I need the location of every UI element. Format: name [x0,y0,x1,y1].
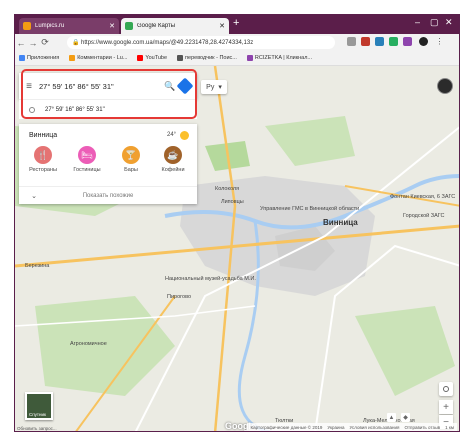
map-label-berezhna: Березина [25,263,50,269]
weather-sun-icon [180,131,189,140]
address-bar[interactable]: 🔒 https://www.google.com.ua/maps/@49.223… [67,36,335,49]
map-graphics [15,66,459,431]
map-label-museum: Национальный музей-усадьба М.И. [165,276,256,282]
back-icon[interactable]: ← [15,38,27,48]
my-location-button[interactable] [439,382,453,396]
bookmark-rcizetka[interactable]: RCIZETKA | Кликнал... [246,55,312,61]
cocktail-icon: 🍸 [122,146,140,164]
apps-icon [19,55,25,61]
tab-strip: Lumpics.ru ✕ Google Карты ✕ + – ▢ ✕ [15,15,459,34]
browser-window: Lumpics.ru ✕ Google Карты ✕ + – ▢ ✕ ← → … [14,14,460,432]
category-restaurants[interactable]: 🍴 Рестораны [25,146,61,173]
lumpics-favicon-icon [23,22,31,30]
satellite-toggle[interactable]: Спутник [25,392,53,420]
temperature: 24° [167,132,177,138]
bookmark-translator[interactable]: переводчик - Поис... [177,55,237,61]
tab-google-maps[interactable]: Google Карты ✕ [121,18,229,34]
forward-icon[interactable]: → [27,38,39,48]
map-canvas[interactable]: Винница Липовцы Управление ГМС в Винницк… [15,66,459,431]
category-bars[interactable]: 🍸 Бары [113,146,149,173]
extension-icon[interactable] [403,37,412,46]
bookmark-icon [69,55,76,61]
avatar[interactable] [437,78,453,94]
maps-favicon-icon [125,22,133,30]
reload-icon[interactable]: ⟳ [39,37,51,48]
scale-bar: 1 км [445,425,454,430]
profile-icon[interactable] [419,37,428,46]
bookmark-icon [177,55,184,61]
map-label-gorodskoy: Городской ЗАГС [403,213,445,219]
lock-icon: 🔒 [72,40,80,46]
pegman-icon[interactable]: ▲ [387,413,396,422]
map-label-lipovtsy: Липовцы [221,199,244,205]
map-footer: Обновить запрос... Картографические данн… [15,423,459,431]
bookmark-icon [246,55,253,61]
map-label-kolokolnya: Колоколя [215,186,240,192]
new-tab-icon[interactable]: + [233,17,239,29]
category-coffee[interactable]: ☕ Кофейни [155,146,191,173]
layers-icon[interactable]: ◆ [401,413,410,422]
panel-city: Винница [29,132,58,139]
chevron-down-icon: ⌄ [31,192,37,200]
map-label-fontan: Фонтан Киевская, 6 ЗАГС [390,194,456,200]
map-label-pyrogovo: Пирогово [167,294,192,300]
language-select[interactable]: Ру ▾ [201,80,227,94]
explore-panel: Винница 24° 🍴 Рестораны 🛏 Гостиницы 🍸 Ба… [19,124,197,204]
maximize-icon[interactable]: ▢ [430,17,439,28]
close-tab-icon[interactable]: ✕ [219,22,225,30]
close-tab-icon[interactable]: ✕ [109,22,115,30]
extension-icon[interactable] [389,37,398,46]
footer-links: Картографические данные © 2019 Украина У… [247,423,457,431]
footer-left-text: Обновить запрос... [17,426,57,431]
category-hotels[interactable]: 🛏 Гостиницы [69,146,105,173]
bookmarks-bar: Приложения Комментарии - Lu... YouTube п… [15,51,459,66]
bookmark-youtube[interactable]: YouTube [137,55,167,61]
extension-icon[interactable] [361,37,370,46]
map-label-vinnitsa: Винница [323,218,358,227]
star-icon[interactable] [347,37,356,46]
map-label-upravlenie: Управление ГМС в Винницкой области [260,206,360,212]
minimize-icon[interactable]: – [415,17,420,27]
close-window-icon[interactable]: ✕ [445,17,453,28]
show-more-button[interactable]: ⌄ Показать похожие [19,186,197,204]
bookmark-apps[interactable]: Приложения [19,55,59,61]
url-text: https://www.google.com.ua/maps/@49.22314… [81,39,254,46]
extension-icon[interactable] [375,37,384,46]
youtube-icon [137,55,144,61]
coffee-icon: ☕ [164,146,182,164]
tab-lumpics[interactable]: Lumpics.ru ✕ [19,18,119,34]
zoom-in-button[interactable]: + [439,400,453,414]
bed-icon: 🛏 [78,146,96,164]
chevron-down-icon: ▾ [218,84,222,91]
fork-icon: 🍴 [34,146,52,164]
highlight-box [21,69,197,119]
bookmark-comments[interactable]: Комментарии - Lu... [69,55,127,61]
menu-dots-icon[interactable]: ⋮ [435,37,444,46]
map-label-agronomichne: Агрономичное [70,341,107,347]
